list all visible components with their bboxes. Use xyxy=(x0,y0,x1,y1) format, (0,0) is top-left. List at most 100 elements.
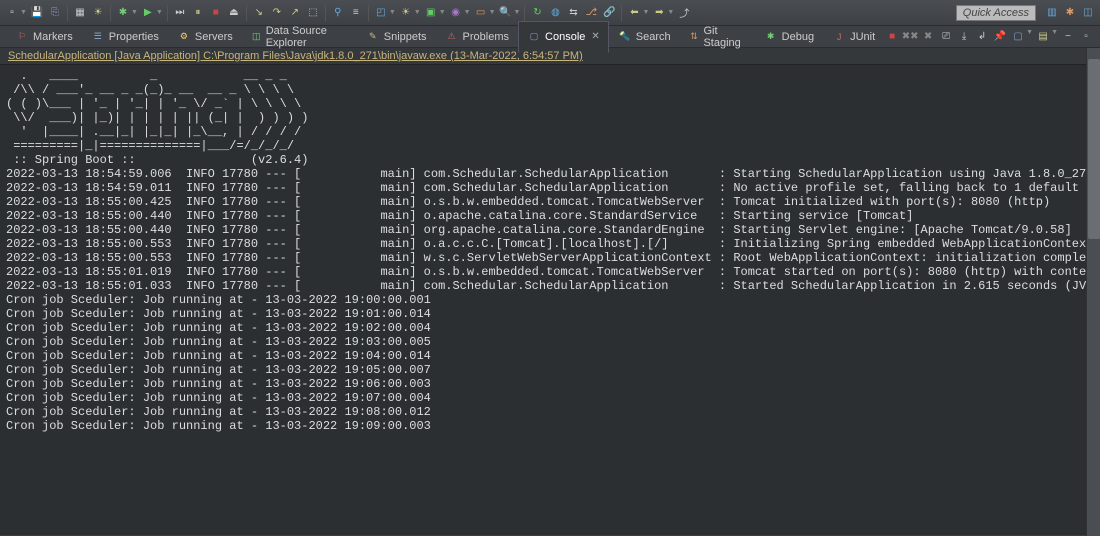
forward-icon[interactable]: ➡ xyxy=(651,5,667,21)
tab-label: Problems xyxy=(463,31,509,43)
quick-access-input[interactable]: Quick Access xyxy=(956,5,1036,21)
perspective-debug-icon[interactable]: ✱ xyxy=(1062,5,1078,21)
close-icon[interactable]: ✕ xyxy=(591,31,599,42)
tab-properties[interactable]: ☰Properties xyxy=(82,21,168,53)
disconnect-icon[interactable]: ⏏ xyxy=(226,5,242,21)
tab-servers[interactable]: ⚙Servers xyxy=(168,21,242,53)
open-console-icon[interactable]: ▤ xyxy=(1035,29,1051,45)
perspective-web-icon[interactable]: ◫ xyxy=(1080,5,1096,21)
stepreturn-icon[interactable]: ↗ xyxy=(287,5,303,21)
tab-debug[interactable]: ✱Debug xyxy=(755,21,823,53)
variables-icon[interactable]: ≡ xyxy=(348,5,364,21)
folder-icon[interactable]: ▭ xyxy=(473,5,489,21)
class-icon[interactable]: ◉ xyxy=(448,5,464,21)
bulb-icon[interactable]: ☀ xyxy=(398,5,414,21)
pause-icon[interactable]: ⏸ xyxy=(190,5,206,21)
dropdown-icon[interactable]: ▼ xyxy=(439,9,446,16)
link-icon[interactable]: 🔗 xyxy=(601,5,617,21)
console-line: Cron job Sceduler: Job running at - 13-0… xyxy=(6,419,1094,433)
console-line: Cron job Sceduler: Job running at - 13-0… xyxy=(6,349,1094,363)
save-icon[interactable]: 💾 xyxy=(29,5,45,21)
dropdown-icon[interactable]: ▼ xyxy=(20,9,27,16)
console-line: Cron job Sceduler: Job running at - 13-0… xyxy=(6,321,1094,335)
dropdown-icon[interactable]: ▼ xyxy=(667,9,674,16)
openfile-icon[interactable]: ◰ xyxy=(373,5,389,21)
debug-icon[interactable]: ✱ xyxy=(115,5,131,21)
server-icon[interactable]: ▦ xyxy=(72,5,88,21)
console-line: 2022-03-13 18:55:01.019 INFO 17780 --- [… xyxy=(6,265,1094,279)
console-output[interactable]: . ____ _ __ _ _ /\\ / ___'_ __ _ _(_)_ _… xyxy=(0,65,1100,535)
separator xyxy=(67,5,68,21)
console-line: 2022-03-13 18:55:00.425 INFO 17780 --- [… xyxy=(6,195,1094,209)
console-line: . ____ _ __ _ _ xyxy=(6,69,1094,83)
removeall-icon[interactable]: ✖✖ xyxy=(902,29,918,45)
scrollbar-vertical[interactable] xyxy=(1086,48,1100,536)
console-line: Cron job Sceduler: Job running at - 13-0… xyxy=(6,293,1094,307)
console-line: Cron job Sceduler: Job running at - 13-0… xyxy=(6,307,1094,321)
run-icon[interactable]: ▶ xyxy=(140,5,156,21)
search-icon[interactable]: 🔍 xyxy=(498,5,514,21)
console-line: 2022-03-13 18:55:00.553 INFO 17780 --- [… xyxy=(6,251,1094,265)
console-line: Cron job Sceduler: Job running at - 13-0… xyxy=(6,377,1094,391)
back-icon[interactable]: ⬅ xyxy=(626,5,642,21)
new-icon[interactable]: ▫ xyxy=(4,5,20,21)
last-icon[interactable]: ⤴ xyxy=(676,5,692,21)
dropdown-icon[interactable]: ▼ xyxy=(489,9,496,16)
console-line: 2022-03-13 18:54:59.011 INFO 17780 --- [… xyxy=(6,181,1094,195)
package-icon[interactable]: ▣ xyxy=(423,5,439,21)
separator xyxy=(246,5,247,21)
launch-info: SchedularApplication [Java Application] … xyxy=(0,48,1100,65)
clear-icon[interactable]: ⎚ xyxy=(938,29,954,45)
console-line: ( ( )\___ | '_ | '_| | '_ \/ _` | \ \ \ … xyxy=(6,97,1094,111)
scroll-lock-icon[interactable]: ⤓ xyxy=(956,29,972,45)
dropdown-icon[interactable]: ▼ xyxy=(642,9,649,16)
refresh-icon[interactable]: ↻ xyxy=(529,5,545,21)
console-line: /\\ / ___'_ __ _ _(_)_ __ __ _ \ \ \ \ xyxy=(6,83,1094,97)
stepinto-icon[interactable]: ↘ xyxy=(251,5,267,21)
tab-label: Snippets xyxy=(384,31,427,43)
tab-problems[interactable]: ⚠Problems xyxy=(436,21,518,53)
scrollbar-thumb[interactable] xyxy=(1088,59,1100,239)
tab-snippets[interactable]: ✎Snippets xyxy=(357,21,436,53)
tab-label: JUnit xyxy=(850,31,875,43)
pin-icon[interactable]: 📌 xyxy=(992,29,1008,45)
dropdown-icon[interactable]: ▼ xyxy=(1026,29,1033,45)
properties-icon: ☰ xyxy=(91,30,105,44)
sync-icon[interactable]: ⇆ xyxy=(565,5,581,21)
word-wrap-icon[interactable]: ↲ xyxy=(974,29,990,45)
dropdown-icon[interactable]: ▼ xyxy=(131,9,138,16)
console-line: 2022-03-13 18:55:00.440 INFO 17780 --- [… xyxy=(6,223,1094,237)
dropdown-icon[interactable]: ▼ xyxy=(514,9,521,16)
world-icon[interactable]: ◍ xyxy=(547,5,563,21)
dropdown-icon[interactable]: ▼ xyxy=(414,9,421,16)
dropdown-icon[interactable]: ▼ xyxy=(1051,29,1058,45)
saveall-icon[interactable]: ⎘ xyxy=(47,5,63,21)
wizard-icon[interactable]: ☀ xyxy=(90,5,106,21)
tab-label: Debug xyxy=(782,31,814,43)
dropdown-icon[interactable]: ▼ xyxy=(156,9,163,16)
tab-console[interactable]: ▢Console✕ xyxy=(518,21,609,53)
stop-icon[interactable]: ■ xyxy=(208,5,224,21)
tab-data-source-explorer[interactable]: ◫Data Source Explorer xyxy=(242,21,357,53)
tab-git-staging[interactable]: ⇅Git Staging xyxy=(680,21,755,53)
filter-icon[interactable]: ⚲ xyxy=(330,5,346,21)
tab-junit[interactable]: JJUnit xyxy=(823,21,884,53)
console-icon: ▢ xyxy=(527,30,541,44)
dropdown-icon[interactable]: ▼ xyxy=(464,9,471,16)
dropframe-icon[interactable]: ⬚ xyxy=(305,5,321,21)
skip-icon[interactable]: ⏭ xyxy=(172,5,188,21)
console-toolbar: ■ ✖✖ ✖ ⎚ ⤓ ↲ 📌 ▢▼ ▤▼ − ▫ xyxy=(884,29,1094,45)
git-icon[interactable]: ⎇ xyxy=(583,5,599,21)
display-icon[interactable]: ▢ xyxy=(1010,29,1026,45)
dropdown-icon[interactable]: ▼ xyxy=(389,9,396,16)
perspective-java-icon[interactable]: ▥ xyxy=(1044,5,1060,21)
tab-label: Servers xyxy=(195,31,233,43)
terminate-icon[interactable]: ■ xyxy=(884,29,900,45)
tab-search[interactable]: 🔦Search xyxy=(609,21,680,53)
tab-markers[interactable]: ⚐Markers xyxy=(6,21,82,53)
tab-label: Search xyxy=(636,31,671,43)
stepover-icon[interactable]: ↷ xyxy=(269,5,285,21)
minimize-icon[interactable]: − xyxy=(1060,29,1076,45)
remove-icon[interactable]: ✖ xyxy=(920,29,936,45)
maximize-icon[interactable]: ▫ xyxy=(1078,29,1094,45)
